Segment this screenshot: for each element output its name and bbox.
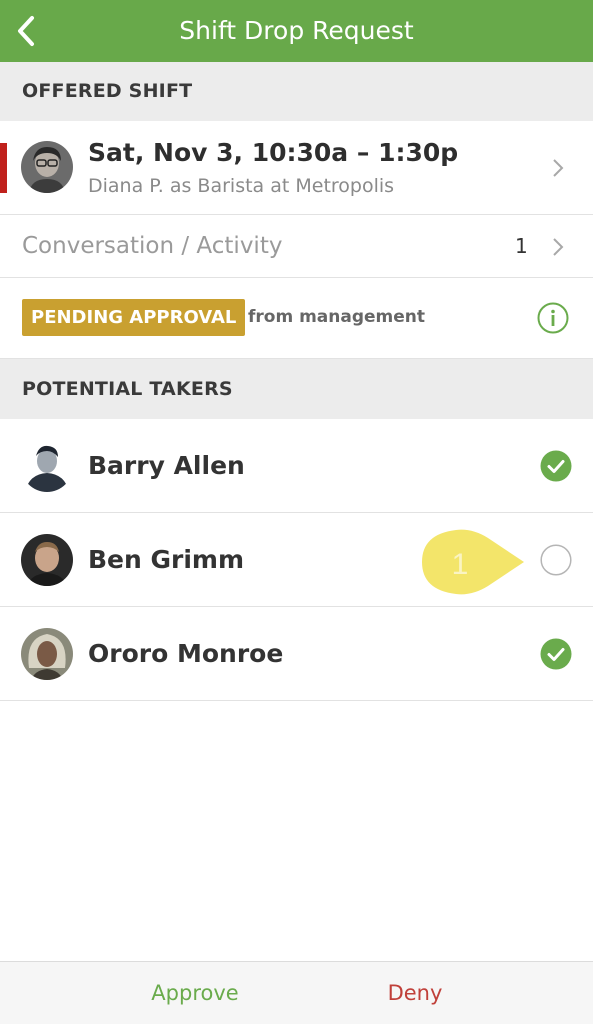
taker-row-ororo-monroe[interactable]: Ororo Monroe [0,607,593,701]
action-bar: Approve Deny [0,961,593,1024]
taker-row-barry-allen[interactable]: Barry Allen [0,419,593,513]
taker-name: Ororo Monroe [88,639,284,668]
section-header-potential-takers: POTENTIAL TAKERS [0,359,593,419]
avatar [21,141,73,193]
status-badge: PENDING APPROVAL [22,299,246,336]
status-source: from management [248,307,426,327]
avatar [21,534,73,586]
shift-indicator-bar [0,143,7,193]
taker-name: Barry Allen [88,451,245,480]
avatar [21,440,73,492]
approval-status-row: PENDING APPROVAL from management [0,278,593,359]
conversation-count: 1 [515,234,528,258]
conversation-activity-row[interactable]: Conversation / Activity 1 [0,215,593,278]
chevron-right-icon [553,159,564,177]
checkbox-unselected-icon[interactable] [540,544,572,576]
page-title: Shift Drop Request [179,16,414,45]
tap-indicator-marker: 1 [422,529,524,595]
shift-title: Sat, Nov 3, 10:30a – 1:30p [88,138,459,167]
shift-subtitle: Diana P. as Barista at Metropolis [88,175,395,197]
checkmark-selected-icon[interactable] [540,638,572,670]
chevron-right-icon [553,238,564,256]
offered-shift-row[interactable]: Sat, Nov 3, 10:30a – 1:30p Diana P. as B… [0,121,593,215]
deny-button[interactable]: Deny [355,962,475,1024]
taker-name: Ben Grimm [88,545,245,574]
conversation-activity-label: Conversation / Activity [22,233,283,259]
info-icon[interactable] [537,302,569,334]
approve-button[interactable]: Approve [130,962,260,1024]
avatar [21,628,73,680]
checkmark-selected-icon[interactable] [540,450,572,482]
tap-indicator-number: 1 [452,548,469,581]
top-bar: Shift Drop Request [0,0,593,62]
section-header-offered-shift: OFFERED SHIFT [0,62,593,121]
